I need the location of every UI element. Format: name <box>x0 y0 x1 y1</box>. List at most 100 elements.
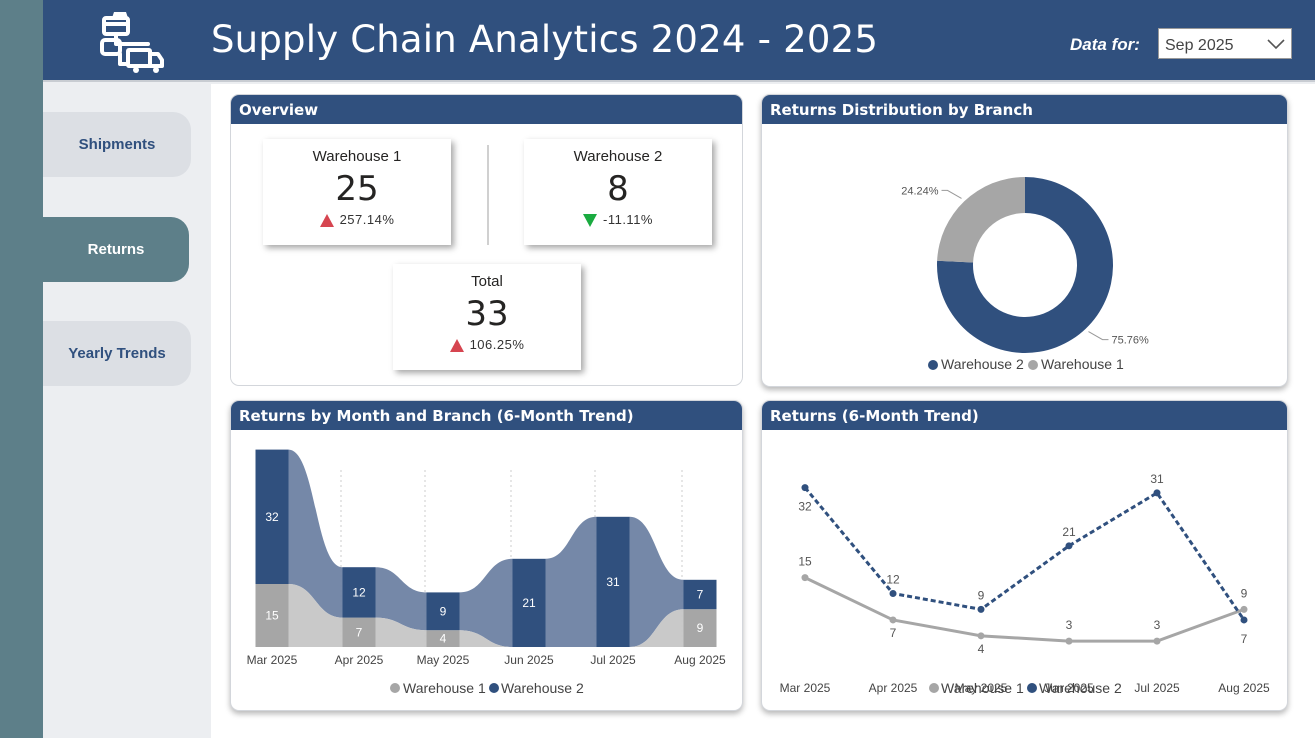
bar-data-label: 12 <box>352 585 366 599</box>
x-tick-label: Apr 2025 <box>869 681 918 695</box>
line-chart: 3215Mar 2025127Apr 202594May 2025213Jun … <box>780 472 1270 696</box>
data-label-warehouse-1: 3 <box>1154 618 1161 632</box>
bar-data-label: 7 <box>356 625 363 639</box>
x-tick-label: Jul 2025 <box>1134 681 1180 695</box>
data-label-warehouse-1: 4 <box>978 642 985 656</box>
line-warehouse-2 <box>803 486 1246 621</box>
legend-marker <box>929 683 939 693</box>
kpi-warehouse-2: Warehouse 2 8 -11.11% <box>524 139 712 245</box>
x-tick-label: Aug 2025 <box>674 653 726 667</box>
kpi-warehouse-1: Warehouse 1 25 257.14% <box>263 139 451 245</box>
x-tick-label: Jul 2025 <box>590 653 636 667</box>
data-for-label: Data for: <box>1070 35 1140 54</box>
kpi-label: Warehouse 2 <box>573 148 663 165</box>
data-label-warehouse-1: 9 <box>1241 586 1248 600</box>
x-tick-label: Apr 2025 <box>335 653 384 667</box>
point-warehouse-1 <box>801 574 809 582</box>
kpi-change: 257.14% <box>339 212 395 227</box>
period-dropdown[interactable]: Sep 2025 <box>1158 28 1292 59</box>
data-label-warehouse-1: 7 <box>890 626 897 640</box>
legend-marker <box>390 683 400 693</box>
triangle-down-icon <box>583 214 597 228</box>
x-tick-label: Mar 2025 <box>780 681 831 695</box>
bar-data-label: 32 <box>265 510 279 524</box>
legend-marker <box>1028 360 1038 370</box>
legend-label: Warehouse 2 <box>941 356 1024 372</box>
ribbon-chart: 15 32 Mar 2025 7 12 Apr 2025 4 9 May 2025 21 Jun 2… <box>247 449 726 696</box>
x-tick-label: Aug 2025 <box>1218 681 1270 695</box>
donut-data-label: 75.76% <box>1111 335 1149 347</box>
kpi-change: -11.11% <box>603 212 653 227</box>
legend-marker <box>489 683 499 693</box>
donut-chart: 75.76% 24.24% Warehouse 2 Warehouse 1 <box>901 177 1149 372</box>
data-label-warehouse-2: 7 <box>1241 632 1248 646</box>
overview-title: Overview <box>231 95 742 124</box>
header-bar: Supply Chain Analytics 2024 - 2025 Data … <box>43 0 1315 82</box>
point-warehouse-2 <box>1153 489 1161 497</box>
bar-data-label: 9 <box>440 604 447 618</box>
bar-data-label: 4 <box>440 632 447 646</box>
line-warehouse-1 <box>804 576 1245 643</box>
bar-data-label: 15 <box>265 609 279 623</box>
data-label-warehouse-1: 3 <box>1066 618 1073 632</box>
kpi-label: Total <box>471 273 503 290</box>
bar-data-label: 31 <box>606 575 620 589</box>
line-title: Returns (6-Month Trend) <box>762 401 1287 430</box>
bar-data-label: 9 <box>697 621 704 635</box>
period-dropdown-value: Sep 2025 <box>1165 37 1234 54</box>
donut-leader-line <box>941 189 962 199</box>
kpi-total: Total 33 106.25% <box>393 264 581 370</box>
legend-label: Warehouse 1 <box>941 680 1024 696</box>
ribbon-title: Returns by Month and Branch (6-Month Tre… <box>231 401 742 430</box>
kpi-label: Warehouse 1 <box>312 148 402 165</box>
data-label-warehouse-1: 15 <box>798 555 812 569</box>
kpi-value: 8 <box>607 169 629 209</box>
legend-label: Warehouse 2 <box>501 680 584 696</box>
returns-trend-card: Returns (6-Month Trend) 32 15 Mar 2025 12 7 A… <box>761 400 1288 711</box>
bar-data-label: 21 <box>522 596 536 610</box>
point-warehouse-2 <box>801 484 809 492</box>
legend-label: Warehouse 1 <box>403 680 486 696</box>
point-warehouse-1 <box>1065 637 1073 645</box>
triangle-up-icon <box>319 214 334 228</box>
nav-returns-button[interactable]: Returns <box>43 217 189 282</box>
x-tick-label: May 2025 <box>417 653 470 667</box>
x-tick-label: Jun 2025 <box>504 653 554 667</box>
donut-data-label: 24.24% <box>901 185 939 197</box>
bar-data-label: 7 <box>697 588 704 602</box>
nav-shipments-button[interactable]: Shipments <box>43 112 191 177</box>
legend-label: Warehouse 1 <box>1041 356 1124 372</box>
point-warehouse-2 <box>977 605 985 613</box>
legend-marker <box>928 360 938 370</box>
legend-marker <box>1027 683 1037 693</box>
triangle-up-icon <box>449 339 464 353</box>
kpi-value: 25 <box>335 169 379 209</box>
x-tick-label: Mar 2025 <box>247 653 298 667</box>
data-label-warehouse-2: 31 <box>1150 472 1164 486</box>
nav-yearly-trends-button[interactable]: Yearly Trends <box>43 321 191 386</box>
ribbon-warehouse-2 <box>545 516 597 647</box>
returns-distribution-card: Returns Distribution by Branch 75.76% 24.… <box>761 94 1288 387</box>
donut-slice-warehouse-1 <box>937 177 1025 263</box>
donut-leader-line <box>1088 331 1109 341</box>
data-label-warehouse-2: 9 <box>978 588 985 602</box>
point-warehouse-2 <box>1240 616 1248 624</box>
kpi-value: 33 <box>465 294 509 334</box>
chevron-down-icon <box>1267 39 1285 50</box>
point-warehouse-1 <box>889 616 897 624</box>
point-warehouse-1 <box>977 632 985 640</box>
point-warehouse-2 <box>1065 542 1073 550</box>
donut-title: Returns Distribution by Branch <box>762 95 1287 124</box>
data-label-warehouse-2: 21 <box>1062 525 1076 539</box>
legend-label: Warehouse 2 <box>1039 680 1122 696</box>
data-label-warehouse-2: 12 <box>886 572 900 586</box>
point-warehouse-1 <box>1153 637 1161 645</box>
left-accent-strip <box>0 0 43 738</box>
returns-by-month-card: Returns by Month and Branch (6-Month Tre… <box>230 400 743 711</box>
kpi-change: 106.25% <box>469 337 525 352</box>
point-warehouse-2 <box>889 589 897 597</box>
sidebar <box>43 84 211 738</box>
data-label-warehouse-2: 32 <box>798 500 812 514</box>
supply-chain-truck-logo <box>100 12 164 73</box>
page-title: Supply Chain Analytics 2024 - 2025 <box>211 18 879 61</box>
